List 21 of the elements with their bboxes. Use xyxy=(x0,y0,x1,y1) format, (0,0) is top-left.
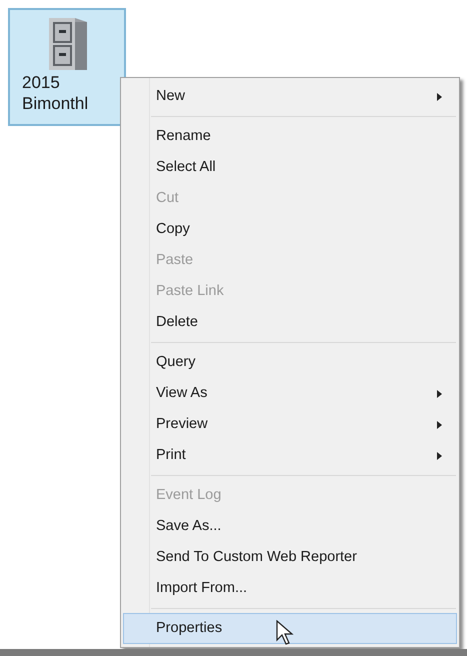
menu-item[interactable]: Preview xyxy=(123,409,457,440)
menu-item[interactable]: New xyxy=(123,81,457,112)
menu-item[interactable]: Select All xyxy=(123,152,457,183)
menu-item[interactable]: Print xyxy=(123,440,457,471)
submenu-arrow-icon xyxy=(437,390,442,398)
menu-item[interactable]: Copy xyxy=(123,214,457,245)
menu-item[interactable]: Delete xyxy=(123,307,457,338)
menu-item[interactable]: Query xyxy=(123,347,457,378)
menu-item[interactable]: Import From... xyxy=(123,573,457,604)
menu-item[interactable]: View As xyxy=(123,378,457,409)
submenu-arrow-icon xyxy=(437,452,442,460)
menu-item[interactable]: Properties xyxy=(123,613,457,644)
submenu-arrow-icon xyxy=(437,420,442,428)
menu-item[interactable]: Rename xyxy=(123,121,457,152)
desktop-icon[interactable]: 2015 Bimonthl xyxy=(8,8,126,126)
menu-item[interactable]: Send To Custom Web Reporter xyxy=(123,542,457,573)
icon-label: Bimonthl xyxy=(21,93,88,114)
icon-label: 2015 xyxy=(21,72,60,93)
submenu-arrow-icon xyxy=(437,92,442,100)
mouse-cursor-icon xyxy=(276,620,294,646)
menu-item[interactable]: Save As... xyxy=(123,511,457,542)
